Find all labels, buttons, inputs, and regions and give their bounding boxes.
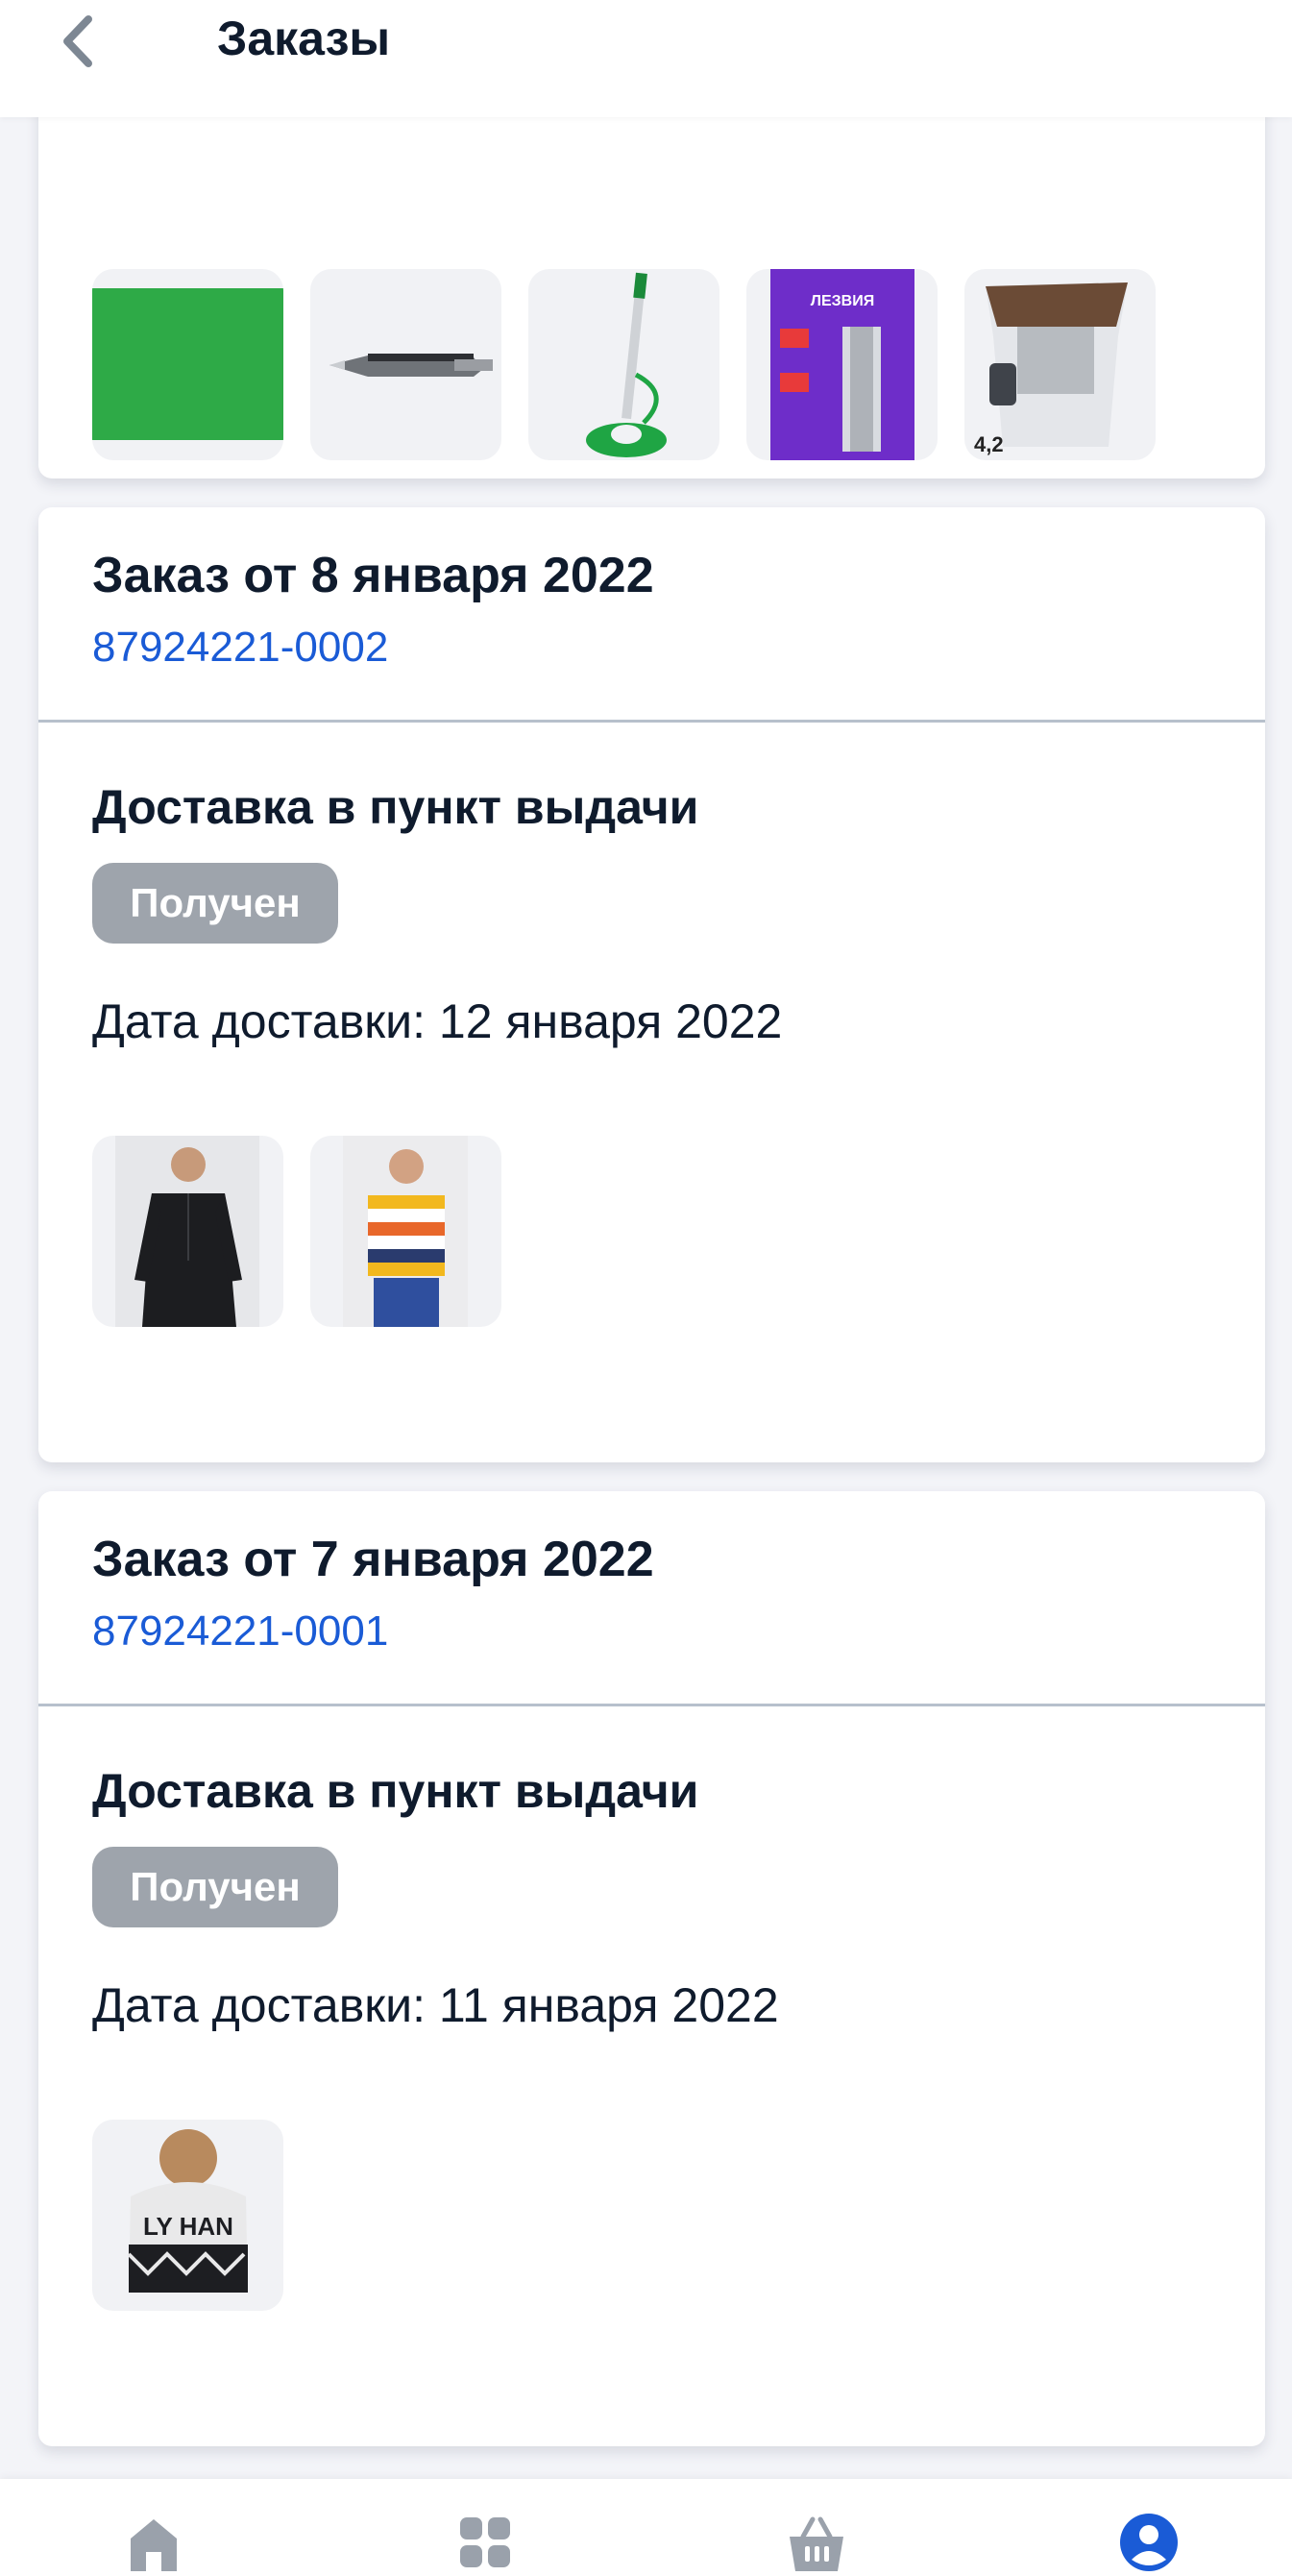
orders-list[interactable]: ЛЕЗВИЯ 4,2 Заказ от 8 января 2022 879242… xyxy=(0,117,1292,2479)
svg-text:ЛЕЗВИЯ: ЛЕЗВИЯ xyxy=(811,293,874,309)
product-thumbnail-filter-jug[interactable]: 4,2 xyxy=(964,269,1156,460)
tab-home[interactable] xyxy=(96,2479,211,2576)
basket-icon xyxy=(790,2516,843,2571)
green-sheet-image xyxy=(92,288,283,440)
cutter-knife-image xyxy=(329,354,493,377)
divider xyxy=(38,720,1265,723)
grid-icon xyxy=(460,2517,510,2567)
delivery-date: Дата доставки: 11 января 2022 xyxy=(92,1978,779,2032)
order-title: Заказ от 8 января 2022 xyxy=(92,548,654,603)
back-button[interactable] xyxy=(54,8,111,75)
order-card: Заказ от 7 января 2022 87924221-0001 Дос… xyxy=(38,1491,1265,2446)
svg-text:LY HAN: LY HAN xyxy=(143,2212,233,2241)
order-card-partial: ЛЕЗВИЯ 4,2 xyxy=(38,117,1265,478)
product-thumbnail-desk-pen[interactable] xyxy=(528,269,719,460)
status-badge: Получен xyxy=(92,863,338,944)
black-tracksuit-image xyxy=(115,1136,259,1327)
product-thumbnail-striped-polo[interactable] xyxy=(310,1136,501,1327)
pompom-hat-image: LY HAN xyxy=(127,2129,248,2293)
delivery-type: Доставка в пункт выдачи xyxy=(92,780,699,834)
product-thumbnails: ЛЕЗВИЯ 4,2 xyxy=(92,269,1156,460)
delivery-date: Дата доставки: 12 января 2022 xyxy=(92,994,783,1048)
striped-polo-image xyxy=(343,1136,468,1327)
filter-jug-image: 4,2 xyxy=(974,282,1128,456)
page-title: Заказы xyxy=(217,12,391,65)
blade-pack-image: ЛЕЗВИЯ xyxy=(770,269,914,460)
product-thumbnails xyxy=(92,1136,501,1327)
product-thumbnails: LY HAN xyxy=(92,2120,283,2311)
order-title: Заказ от 7 января 2022 xyxy=(92,1532,654,1587)
bottom-tab-bar xyxy=(0,2479,1292,2576)
tab-catalog[interactable] xyxy=(427,2479,543,2576)
order-number-link[interactable]: 87924221-0001 xyxy=(92,1607,388,1656)
tab-cart[interactable] xyxy=(759,2479,874,2576)
pen-on-stand-image xyxy=(586,272,667,457)
product-thumbnail-utility-knife[interactable] xyxy=(310,269,501,460)
chevron-left-icon xyxy=(63,15,92,67)
product-thumbnail-blades-pack[interactable]: ЛЕЗВИЯ xyxy=(746,269,938,460)
order-number-link[interactable]: 87924221-0002 xyxy=(92,623,388,673)
order-card: Заказ от 8 января 2022 87924221-0002 Дос… xyxy=(38,507,1265,1462)
delivery-type: Доставка в пункт выдачи xyxy=(92,1764,699,1818)
divider xyxy=(38,1704,1265,1706)
product-thumbnail-knit-hat[interactable]: LY HAN xyxy=(92,2120,283,2311)
svg-text:4,2: 4,2 xyxy=(974,432,1004,456)
tab-profile[interactable] xyxy=(1091,2479,1207,2576)
home-icon xyxy=(131,2519,177,2571)
profile-icon xyxy=(1120,2514,1178,2571)
status-badge: Получен xyxy=(92,1847,338,1927)
product-thumbnail-black-tracksuit[interactable] xyxy=(92,1136,283,1327)
app-header: Заказы xyxy=(0,0,1292,117)
product-thumbnail-green-paper[interactable] xyxy=(92,269,283,460)
